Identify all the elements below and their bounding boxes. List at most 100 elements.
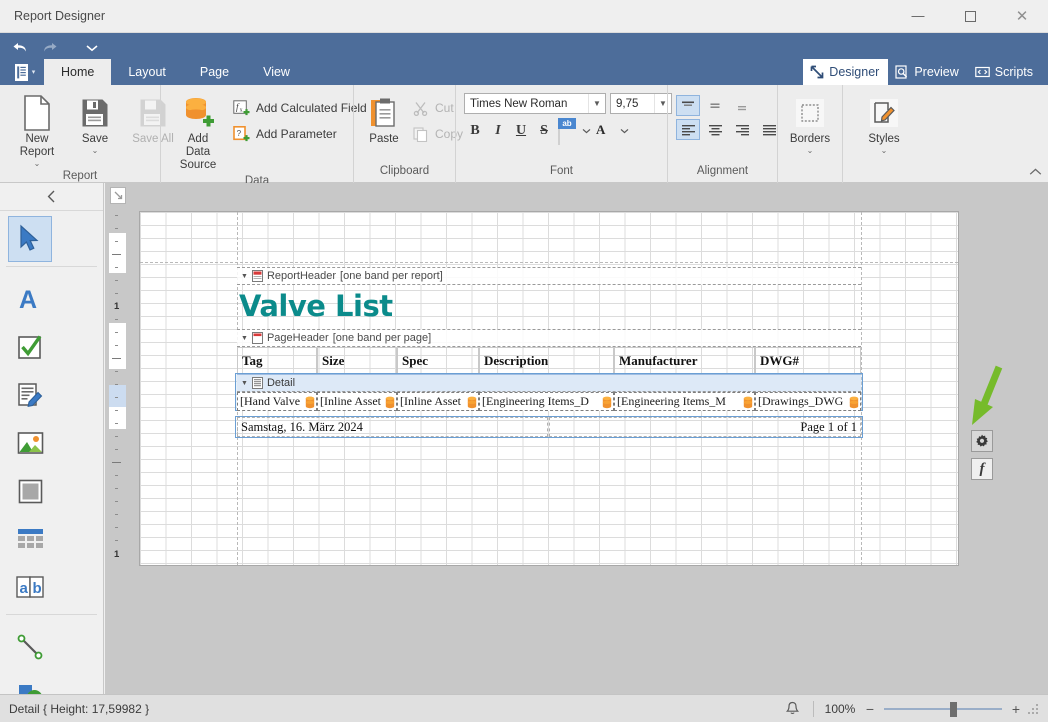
collapse-ribbon-icon bbox=[1029, 168, 1042, 175]
align-top-button[interactable] bbox=[676, 95, 700, 116]
new-report-button[interactable]: New Report ⌄ bbox=[8, 91, 66, 169]
band-detail[interactable]: ▼ Detail [Hand Valve [Inline Asset [Inli… bbox=[235, 373, 863, 411]
band-collapse-icon[interactable]: ▼ bbox=[241, 380, 248, 387]
tool-rich-text[interactable] bbox=[8, 372, 52, 418]
resize-grip[interactable] bbox=[1026, 702, 1042, 716]
band-report-header-caption[interactable]: ▼ ReportHeader [one band per report] bbox=[237, 267, 861, 285]
add-calculated-field-button[interactable]: f x Add Calculated Field bbox=[227, 95, 372, 121]
ruler-label-1: 1 bbox=[348, 189, 354, 200]
field-manufacturer[interactable]: [Engineering Items_M bbox=[614, 392, 755, 411]
zoom-in-button[interactable]: + bbox=[1006, 702, 1026, 716]
paste-button[interactable]: Paste bbox=[362, 91, 406, 148]
ruler-label-start: 1 bbox=[136, 189, 142, 200]
customize-qat-button[interactable] bbox=[78, 36, 106, 60]
band-collapse-icon[interactable]: ▼ bbox=[241, 335, 248, 342]
toolbox-collapse-button[interactable] bbox=[0, 183, 103, 211]
detail-fields-row: [Hand Valve [Inline Asset [Inline Asset … bbox=[237, 392, 861, 411]
minimize-button[interactable]: — bbox=[892, 0, 944, 33]
tool-character-comb[interactable]: a b bbox=[8, 564, 52, 610]
vertical-ruler[interactable]: 1 1 bbox=[109, 205, 126, 570]
font-color-button[interactable]: A bbox=[594, 120, 616, 142]
tool-panel[interactable] bbox=[8, 468, 52, 514]
column-header-dwg[interactable]: DWG# bbox=[755, 347, 861, 374]
align-center-button[interactable] bbox=[703, 119, 727, 140]
redo-button[interactable] bbox=[36, 36, 64, 60]
font-color-dropdown[interactable] bbox=[617, 120, 631, 142]
ruler-corner-button[interactable] bbox=[110, 187, 126, 204]
ribbon-group-alignment-label: Alignment bbox=[696, 165, 749, 177]
tab-layout[interactable]: Layout bbox=[111, 59, 183, 85]
add-data-source-button[interactable]: Add Data Source bbox=[169, 91, 227, 174]
add-parameter-button[interactable]: ? Add Parameter bbox=[227, 121, 372, 147]
band-report-header-body[interactable]: Valve List bbox=[237, 285, 861, 329]
field-spec[interactable]: [Inline Asset bbox=[397, 392, 479, 411]
zoom-out-button[interactable]: − bbox=[860, 702, 880, 716]
align-bottom-button[interactable] bbox=[730, 95, 754, 116]
tab-home[interactable]: Home bbox=[44, 59, 112, 85]
band-report-header[interactable]: ▼ ReportHeader [one band per report] Val… bbox=[237, 267, 861, 329]
tool-pointer[interactable] bbox=[8, 216, 52, 262]
database-add-icon bbox=[181, 93, 215, 133]
report-page[interactable]: ▼ ReportHeader [one band per report] Val… bbox=[139, 211, 959, 566]
highlight-color-button[interactable]: ab bbox=[556, 117, 578, 145]
tool-table[interactable] bbox=[8, 516, 52, 562]
column-header-tag[interactable]: Tag bbox=[237, 347, 317, 374]
borders-button[interactable]: Borders ⌄ bbox=[781, 91, 839, 156]
tool-line[interactable] bbox=[8, 624, 52, 670]
align-left-button[interactable] bbox=[676, 119, 700, 140]
tab-view[interactable]: View bbox=[246, 59, 307, 85]
save-button[interactable]: Save ⌄ bbox=[66, 91, 124, 156]
font-size-combo[interactable]: 9,75 ▼ bbox=[610, 93, 672, 114]
band-page-header-caption[interactable]: ▼ PageHeader [one band per page] bbox=[237, 329, 861, 347]
italic-button[interactable]: I bbox=[487, 120, 509, 142]
band-page-footer[interactable]: Samstag, 16. März 2024 Page 1 of 1 bbox=[235, 416, 863, 438]
strikethrough-button[interactable]: S bbox=[533, 120, 555, 142]
column-header-spec[interactable]: Spec bbox=[397, 347, 479, 374]
highlight-color-dropdown[interactable] bbox=[579, 120, 593, 142]
parameter-icon: ? bbox=[232, 125, 250, 143]
bold-label: B bbox=[470, 123, 480, 138]
smart-tag-button[interactable] bbox=[971, 430, 993, 452]
align-right-button[interactable] bbox=[730, 119, 754, 140]
undo-button[interactable] bbox=[6, 36, 34, 60]
footer-page-info-label[interactable]: Page 1 of 1 bbox=[549, 417, 861, 437]
new-report-caret-icon: ⌄ bbox=[33, 159, 41, 168]
view-mode-scripts[interactable]: Scripts bbox=[968, 59, 1042, 85]
column-header-size[interactable]: Size bbox=[317, 347, 397, 374]
align-middle-button[interactable] bbox=[703, 95, 727, 116]
collapse-ribbon-button[interactable] bbox=[1029, 168, 1042, 179]
bold-button[interactable]: B bbox=[464, 120, 486, 142]
column-header-description[interactable]: Description bbox=[479, 347, 614, 374]
tool-picture-box[interactable] bbox=[8, 420, 52, 466]
column-header-manufacturer[interactable]: Manufacturer bbox=[614, 347, 755, 374]
footer-date-label[interactable]: Samstag, 16. März 2024 bbox=[237, 417, 548, 437]
tool-check-box[interactable] bbox=[8, 324, 52, 370]
zoom-slider[interactable] bbox=[884, 701, 1002, 717]
close-button[interactable]: ✕ bbox=[996, 0, 1048, 33]
field-description[interactable]: [Engineering Items_D bbox=[479, 392, 614, 411]
styles-button[interactable]: Styles ⌄ bbox=[855, 91, 913, 156]
maximize-button[interactable] bbox=[944, 0, 996, 33]
band-page-header[interactable]: ▼ PageHeader [one band per page] Tag Siz… bbox=[237, 329, 861, 374]
tool-label[interactable]: A bbox=[8, 276, 52, 322]
field-dwg[interactable]: [Drawings_DWG bbox=[755, 392, 861, 411]
expression-button[interactable]: f bbox=[971, 458, 993, 480]
zoom-slider-thumb[interactable] bbox=[950, 701, 957, 717]
application-menu-button[interactable]: ▾ bbox=[6, 59, 44, 85]
copy-icon bbox=[411, 126, 429, 142]
horizontal-ruler[interactable]: 1 1 2 3 4 5 bbox=[105, 187, 1048, 205]
underline-button[interactable]: U bbox=[510, 120, 532, 142]
field-tag[interactable]: [Hand Valve bbox=[237, 392, 317, 411]
band-collapse-icon[interactable]: ▼ bbox=[241, 273, 248, 280]
font-family-combo[interactable]: Times New Roman ▼ bbox=[464, 93, 606, 114]
ribbon-group-font: Times New Roman ▼ 9,75 ▼ B I U S ab A Fo… bbox=[455, 85, 672, 183]
tab-page[interactable]: Page bbox=[183, 59, 246, 85]
font-family-dropdown-icon[interactable]: ▼ bbox=[588, 94, 605, 113]
notifications-button[interactable] bbox=[777, 701, 807, 716]
band-detail-caption[interactable]: ▼ Detail bbox=[237, 374, 861, 392]
design-surface[interactable]: 1 1 2 3 4 5 1 1 ▼ ReportHeader [one band… bbox=[105, 183, 1048, 694]
view-mode-preview[interactable]: Preview bbox=[888, 59, 967, 85]
report-title-label[interactable]: Valve List bbox=[239, 289, 393, 323]
view-mode-designer[interactable]: Designer bbox=[803, 59, 889, 85]
field-size[interactable]: [Inline Asset bbox=[317, 392, 397, 411]
